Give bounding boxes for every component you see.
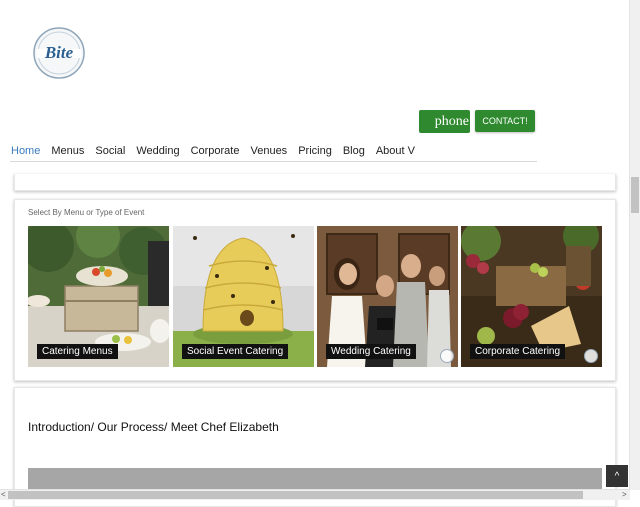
top-panel [14,174,616,191]
nav-item-wedding[interactable]: Wedding [136,143,179,157]
phone-button-label: phone [434,113,469,129]
nav-item-pricing[interactable]: Pricing [298,143,332,157]
tile-caption: Social Event Catering [182,344,289,359]
caret-up-icon: ^ [614,470,620,482]
tile-wedding-catering[interactable]: Wedding Catering [317,226,458,367]
contact-button-label: CONTACT! [482,116,528,126]
tile-caption: Catering Menus [37,344,118,359]
nav-item-venues[interactable]: Venues [250,143,287,157]
horizontal-scrollbar[interactable]: < > [0,489,630,500]
logo-badge-icon: Bite [33,27,85,79]
back-to-top-button[interactable]: ^ [606,465,628,487]
tile-social-event-catering[interactable]: Social Event Catering [173,226,314,367]
nav-item-menus[interactable]: Menus [51,143,84,157]
event-type-panel: Select By Menu or Type of Event Catering… [14,199,616,381]
nav-item-blog[interactable]: Blog [343,143,365,157]
scroll-right-arrow-icon[interactable]: > [622,490,627,500]
tile-caption: Corporate Catering [470,344,566,359]
bite-logo[interactable]: Bite [31,27,87,79]
phone-button[interactable]: phone [419,110,470,133]
nav-item-corporate[interactable]: Corporate [191,143,240,157]
nav-item-about[interactable]: About V [376,143,415,157]
nav-item-home[interactable]: Home [11,143,40,157]
tile-catering-menus[interactable]: Catering Menus [28,226,169,367]
tile-caption: Wedding Catering [326,344,416,359]
bite-watermark-icon [440,349,454,363]
vertical-scrollbar[interactable] [629,0,640,490]
tile-corporate-catering[interactable]: Corporate Catering [461,226,602,367]
scroll-left-arrow-icon[interactable]: < [1,490,6,500]
contact-button[interactable]: CONTACT! [475,110,535,132]
vertical-scroll-thumb[interactable] [631,177,639,213]
nav-item-social[interactable]: Social [95,143,125,157]
event-select-label: Select By Menu or Type of Event [28,208,145,217]
horizontal-scroll-thumb[interactable] [8,491,583,499]
intro-heading: Introduction/ Our Process/ Meet Chef Eli… [28,420,279,434]
bite-watermark-icon [584,349,598,363]
logo-text: Bite [44,43,74,62]
main-nav: Home Menus Social Wedding Corporate Venu… [10,143,537,162]
